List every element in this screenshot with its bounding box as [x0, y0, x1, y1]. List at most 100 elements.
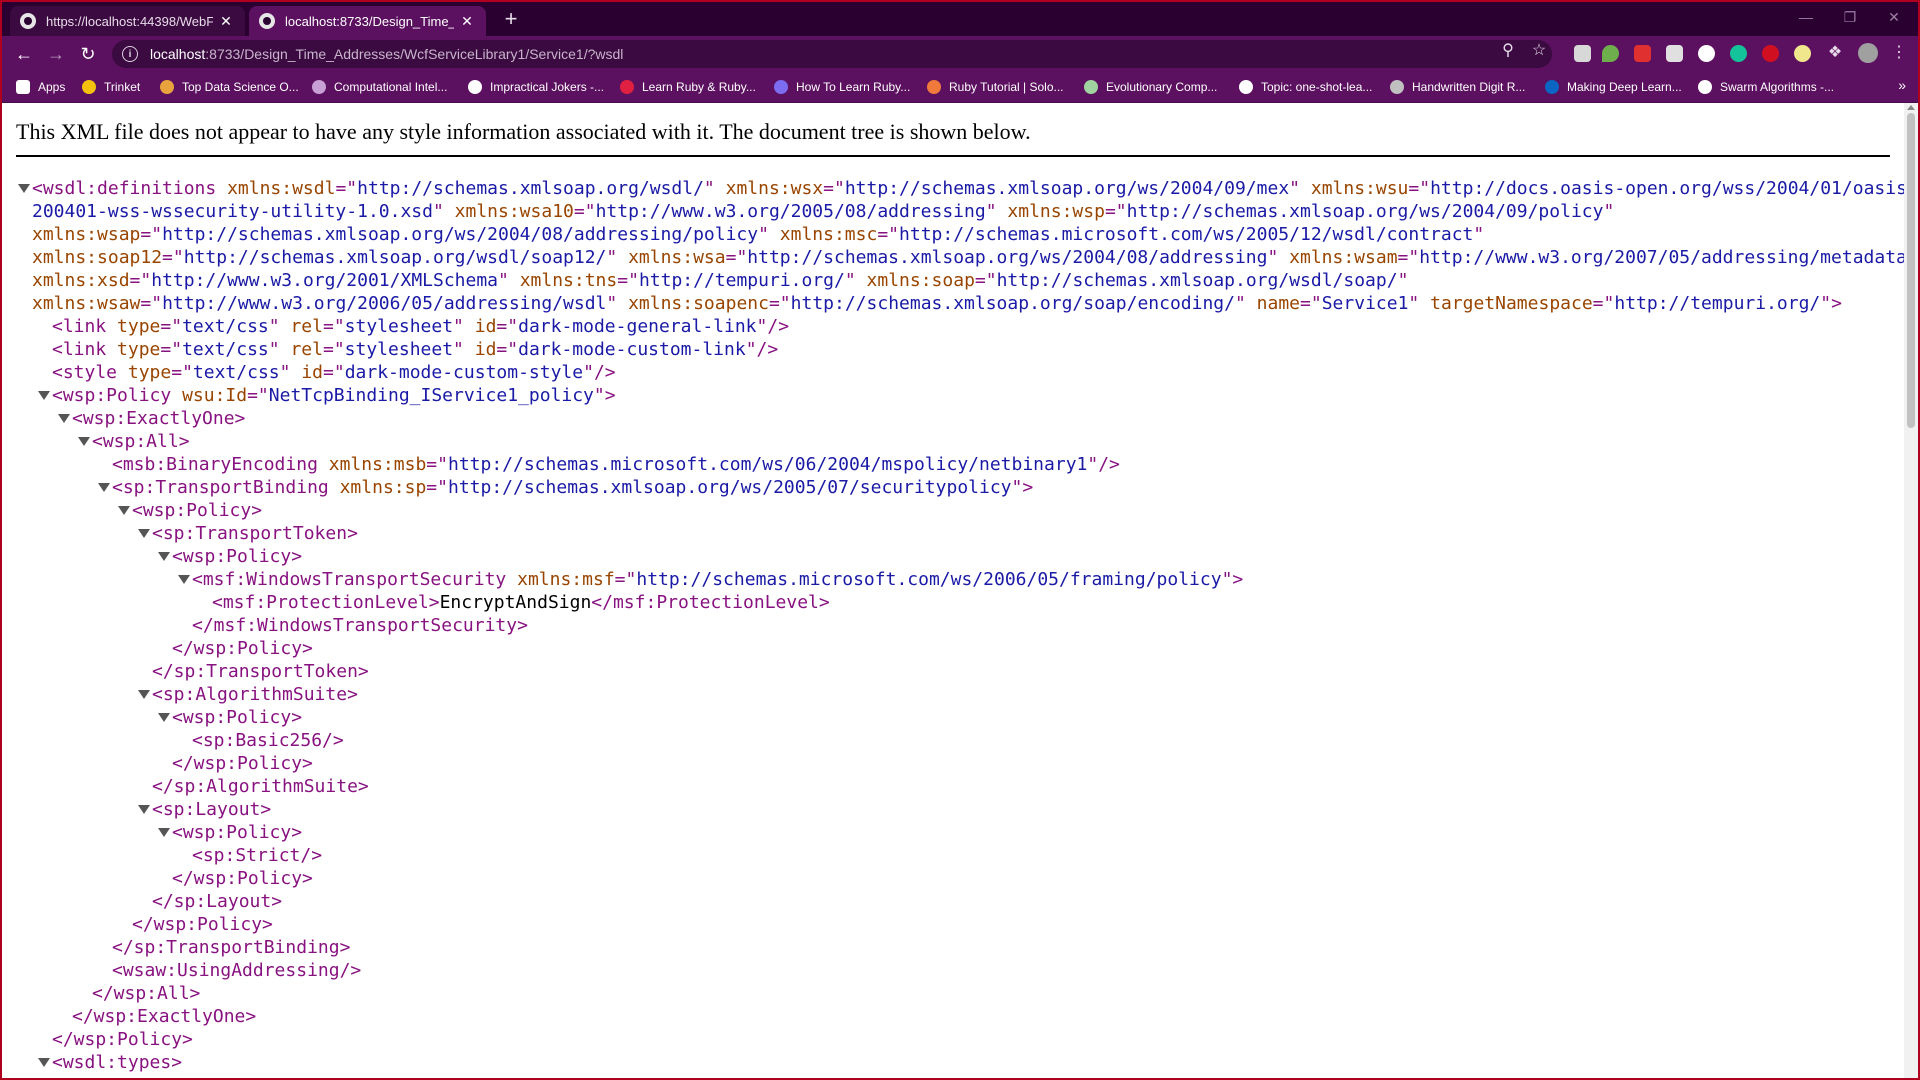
- collapse-triangle-icon[interactable]: [158, 552, 170, 561]
- scroll-up-arrow[interactable]: [1907, 105, 1915, 110]
- xml-attr-value: dark-mode-general-link: [518, 316, 757, 337]
- bookmark-item[interactable]: Topic: one-shot-lea...: [1239, 78, 1372, 96]
- url-text[interactable]: localhost:8733/Design_Time_Addresses/Wcf…: [150, 46, 623, 62]
- scrollbar-thumb[interactable]: [1907, 113, 1915, 428]
- xml-line: <wsp:Policy wsu:Id="NetTcpBinding_IServi…: [16, 384, 1896, 407]
- forward-button[interactable]: →: [44, 43, 68, 65]
- window-close-icon[interactable]: ✕: [1874, 6, 1914, 30]
- bookmark-item[interactable]: Learn Ruby & Ruby...: [620, 78, 756, 96]
- bookmark-item[interactable]: Swarm Algorithms -...: [1698, 78, 1834, 96]
- close-icon[interactable]: ✕: [217, 13, 235, 30]
- info-icon[interactable]: i: [122, 46, 138, 62]
- bookmark-item[interactable]: Making Deep Learn...: [1545, 78, 1682, 96]
- collapse-triangle-icon[interactable]: [98, 483, 110, 492]
- xml-tag: ": [498, 270, 509, 291]
- xml-tag: <wsp:All>: [92, 431, 190, 452]
- xml-text: [106, 339, 117, 360]
- zoom-icon[interactable]: ⚲: [1499, 42, 1517, 60]
- xml-line: <style type="text/css" id="dark-mode-cus…: [16, 361, 1896, 384]
- xml-attr-value: http://tempuri.org/: [638, 270, 845, 291]
- xml-tag: =": [1592, 293, 1615, 314]
- collapse-triangle-icon[interactable]: [58, 414, 70, 423]
- address-bar[interactable]: i localhost:8733/Design_Time_Addresses/W…: [112, 40, 1552, 68]
- xml-tag: <sp:Basic256/>: [192, 730, 344, 751]
- bookmark-favicon-icon: [1390, 80, 1404, 94]
- bookmark-favicon-icon: [82, 80, 96, 94]
- new-tab-button[interactable]: +: [498, 8, 524, 32]
- xml-line: xmlns:xsd="http://www.w3.org/2001/XMLSch…: [16, 269, 1896, 292]
- xml-attr-value: http://www.w3.org/2006/05/addressing/wsd…: [162, 293, 607, 314]
- bookmark-label: Ruby Tutorial | Solo...: [949, 80, 1064, 94]
- back-button[interactable]: ←: [12, 43, 36, 65]
- xml-attr-name: xmlns:wsdl: [227, 178, 336, 199]
- xml-line: <msf:ProtectionLevel>EncryptAndSign</msf…: [16, 591, 1896, 614]
- collapse-triangle-icon[interactable]: [38, 391, 50, 400]
- adblock-icon[interactable]: [1762, 45, 1779, 62]
- xml-line: <sp:Layout>: [16, 798, 1896, 821]
- xml-tag: ": [453, 339, 464, 360]
- xml-attr-value: Service1: [1321, 293, 1409, 314]
- bookmark-item[interactable]: Impractical Jokers -...: [468, 78, 604, 96]
- bookmark-item[interactable]: Handwritten Digit R...: [1390, 78, 1525, 96]
- bookmark-item[interactable]: Trinket: [82, 78, 140, 96]
- xml-text: [715, 178, 726, 199]
- bookmark-label: Handwritten Digit R...: [1412, 80, 1526, 94]
- xml-tag: ": [606, 247, 618, 268]
- video-extension-icon[interactable]: [1634, 45, 1651, 62]
- xml-tag: "/>: [1087, 454, 1120, 475]
- bulb-extension-icon[interactable]: [1794, 45, 1811, 62]
- xml-line: <wsp:Policy>: [16, 706, 1896, 729]
- xml-tag: =": [877, 224, 900, 245]
- tab-webform[interactable]: https://localhost:44398/WebForm ✕: [10, 6, 245, 36]
- minimize-icon[interactable]: —: [1786, 6, 1826, 30]
- collapse-triangle-icon[interactable]: [138, 690, 150, 699]
- restore-icon[interactable]: ❐: [1830, 6, 1870, 30]
- globe-icon: [259, 13, 275, 29]
- url-host: localhost: [150, 46, 206, 62]
- xml-line: <sp:AlgorithmSuite>: [16, 683, 1896, 706]
- xml-tag: <sp:Layout>: [152, 799, 272, 820]
- bookmark-item[interactable]: Evolutionary Comp...: [1084, 78, 1217, 96]
- collapse-triangle-icon[interactable]: [158, 713, 170, 722]
- collapse-triangle-icon[interactable]: [138, 805, 150, 814]
- grammarly-icon[interactable]: [1730, 45, 1747, 62]
- bookmark-favicon-icon: [1698, 80, 1712, 94]
- collapse-triangle-icon[interactable]: [38, 1058, 50, 1067]
- collapse-triangle-icon[interactable]: [78, 437, 90, 446]
- xml-attr-name: targetNamespace: [1430, 293, 1593, 314]
- bookmark-label: Trinket: [104, 80, 141, 94]
- collapse-triangle-icon[interactable]: [178, 575, 190, 584]
- xml-attr-name: xmlns:soap: [866, 270, 975, 291]
- xml-tag: =": [1300, 293, 1322, 314]
- avatar[interactable]: [1858, 43, 1878, 63]
- close-icon[interactable]: ✕: [458, 13, 476, 30]
- collapse-triangle-icon[interactable]: [138, 529, 150, 538]
- xml-attr-value: http://docs.oasis-open.org/wss/2004/01/o…: [1430, 178, 1904, 199]
- extension-icon[interactable]: [1574, 45, 1591, 62]
- collapse-triangle-icon[interactable]: [118, 506, 130, 515]
- xml-tag: ": [1408, 293, 1420, 314]
- collapse-triangle-icon[interactable]: [18, 184, 30, 193]
- bookmark-item[interactable]: Top Data Science O...: [160, 78, 299, 96]
- screenshot-extension-icon[interactable]: [1666, 45, 1683, 62]
- location-pin-icon[interactable]: [1602, 45, 1619, 62]
- star-icon[interactable]: ☆: [1530, 42, 1548, 60]
- tab-wsdl[interactable]: localhost:8733/Design_Time_Addr ✕: [249, 6, 486, 36]
- menu-kebab-icon[interactable]: ⋮: [1890, 44, 1908, 62]
- xml-attr-name: xmlns:wsa10: [454, 201, 574, 222]
- bookmark-item[interactable]: Computational Intel...: [312, 78, 447, 96]
- xml-text: [617, 293, 628, 314]
- collapse-triangle-icon[interactable]: [158, 828, 170, 837]
- xml-attr-name: wsu:Id: [182, 385, 248, 406]
- bookmarks-overflow-icon[interactable]: »: [1898, 77, 1906, 93]
- reload-button[interactable]: ↻: [76, 43, 100, 65]
- puzzle-icon[interactable]: ❖: [1826, 44, 1844, 62]
- vertical-scrollbar[interactable]: [1904, 103, 1918, 1078]
- xml-line: </sp:TransportBinding>: [16, 936, 1896, 959]
- xml-line: <sp:Basic256/>: [16, 729, 1896, 752]
- bookmark-item[interactable]: Apps: [16, 78, 65, 96]
- colorful-extension-icon[interactable]: [1698, 45, 1715, 62]
- bookmark-item[interactable]: How To Learn Ruby...: [774, 78, 910, 96]
- bookmark-item[interactable]: Ruby Tutorial | Solo...: [927, 78, 1064, 96]
- bookmark-label: How To Learn Ruby...: [796, 80, 911, 94]
